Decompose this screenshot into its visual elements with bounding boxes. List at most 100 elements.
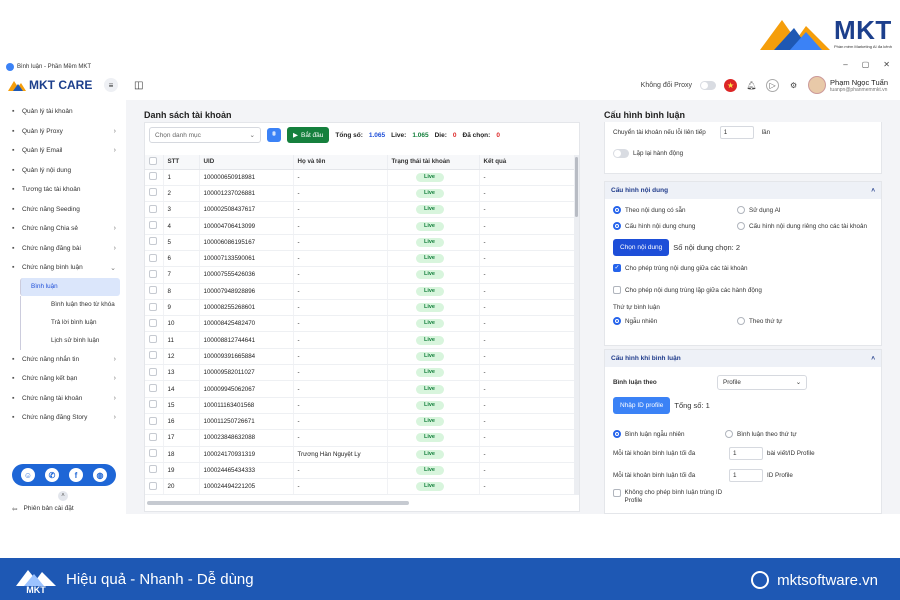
row-checkbox-cell[interactable] — [145, 169, 164, 186]
row-checkbox-cell[interactable] — [145, 250, 164, 268]
panel-toggle-icon[interactable]: ◫ — [134, 80, 143, 91]
row-checkbox[interactable] — [149, 172, 157, 181]
sidebar-item[interactable]: ▪ Quản lý tài khoản — [0, 102, 126, 122]
col-result[interactable]: Kết quả — [479, 155, 575, 170]
sidebar-subitem[interactable]: Lịch sử bình luận — [20, 331, 126, 350]
close-button[interactable]: ✕ — [883, 60, 890, 69]
col-stt[interactable]: STT — [163, 155, 200, 170]
sidebar-item[interactable]: ▪ Chức năng nhắn tin › — [0, 350, 126, 370]
content-config-header[interactable]: Cấu hình nội dung ˄ — [605, 182, 881, 199]
sidebar-item[interactable]: ▪ Chức năng đăng bài › — [0, 239, 126, 259]
row-checkbox-cell[interactable] — [145, 364, 164, 382]
row-checkbox[interactable] — [149, 335, 157, 344]
play-icon[interactable]: ▷ — [766, 78, 780, 92]
table-row[interactable]: 2 100001237026881- Live - — [145, 185, 575, 203]
maximize-button[interactable]: ▢ — [862, 60, 870, 69]
table-row[interactable]: 8 100007948928896- Live - — [145, 283, 575, 300]
table-row[interactable]: 4 100004706413099- Live - — [145, 217, 575, 235]
sidebar-item[interactable]: ▪ Chức năng Chia sẻ › — [0, 219, 126, 239]
row-checkbox[interactable] — [149, 367, 157, 376]
no-dup-profile-checkbox[interactable] — [613, 489, 621, 497]
row-checkbox-cell[interactable] — [145, 429, 164, 447]
table-row[interactable]: 13 100009582011027- Live - — [145, 364, 575, 382]
row-checkbox[interactable] — [149, 269, 157, 278]
table-row[interactable]: 17 100023848632088- Live - — [145, 429, 575, 447]
user-profile[interactable]: Phạm Ngọc Tuấn tuanpn@phanmemmkt.vn — [808, 76, 888, 94]
row-checkbox-cell[interactable] — [145, 283, 164, 300]
website-icon[interactable]: ◍ — [93, 468, 107, 482]
row-checkbox-cell[interactable] — [145, 462, 164, 480]
row-checkbox[interactable] — [149, 351, 157, 360]
select-all-checkbox[interactable] — [149, 156, 157, 165]
row-checkbox-cell[interactable] — [145, 315, 164, 333]
row-checkbox-cell[interactable] — [145, 266, 164, 284]
table-row[interactable]: 11 100008812744641- Live - — [145, 331, 575, 349]
sidebar-subitem[interactable]: Bình luận — [20, 277, 120, 296]
table-row[interactable]: 18 100024170931319 Trương Hàn Nguyệt Ly Liv… — [145, 446, 575, 463]
table-row[interactable]: 6 100007133590061- Live - — [145, 250, 575, 268]
choose-content-button[interactable]: Chọn nội dung — [613, 239, 670, 256]
sidebar-item[interactable]: ▪ Chức năng Seeding — [0, 200, 126, 220]
collapse-icon[interactable]: ˄ — [58, 491, 68, 501]
version-info[interactable]: ⇦ Phiên bản cài đặt — [12, 505, 74, 513]
table-row[interactable]: 3 100002508437617- Live - — [145, 201, 575, 219]
row-checkbox-cell[interactable] — [145, 201, 164, 219]
table-row[interactable]: 12 100009391665884- Live - — [145, 348, 575, 366]
sidebar-item[interactable]: ▪ Quản lý nội dung — [0, 161, 126, 181]
messenger-icon[interactable]: ✆ — [45, 468, 59, 482]
row-checkbox-cell[interactable] — [145, 413, 164, 431]
sidebar-subitem[interactable]: Bình luận theo từ khóa — [20, 295, 126, 314]
table-row[interactable]: 7 100007555426036- Live - — [145, 266, 575, 284]
row-checkbox-cell[interactable] — [145, 348, 164, 366]
row-checkbox[interactable] — [149, 253, 157, 262]
radio-separate-content[interactable] — [737, 222, 745, 230]
row-checkbox[interactable] — [149, 416, 157, 425]
row-checkbox[interactable] — [149, 221, 157, 230]
row-checkbox-cell[interactable] — [145, 397, 164, 414]
row-checkbox[interactable] — [149, 465, 157, 474]
row-checkbox-cell[interactable] — [145, 217, 164, 235]
sidebar-item[interactable]: ▪ Tương tác tài khoản — [0, 180, 126, 200]
radio-order-sequential[interactable] — [737, 317, 745, 325]
row-checkbox-cell[interactable] — [145, 185, 164, 203]
row-checkbox-cell[interactable] — [145, 299, 164, 317]
sidebar-item[interactable]: ▪ Quản lý Proxy › — [0, 122, 126, 142]
radio-sequential-comment[interactable] — [725, 430, 733, 438]
table-row[interactable]: 5 100006086195167- Live - — [145, 234, 575, 251]
sidebar-item[interactable]: ▪ Chức năng kết bạn › — [0, 369, 126, 389]
radio-shared-content[interactable] — [613, 222, 621, 230]
radio-order-random[interactable] — [613, 317, 621, 325]
table-row[interactable]: 16 100011250726671- Live - — [145, 413, 575, 431]
start-button[interactable]: ▶ Bắt đầu — [287, 127, 330, 143]
table-row[interactable]: 19 100024465434333- Live - — [145, 462, 575, 480]
row-checkbox[interactable] — [149, 432, 157, 441]
row-checkbox-cell[interactable] — [145, 234, 164, 251]
repeat-toggle[interactable] — [613, 149, 629, 158]
row-checkbox[interactable] — [149, 400, 157, 409]
gear-icon[interactable]: ⚙ — [787, 79, 800, 92]
category-select[interactable]: Chọn danh mục ⌄ — [149, 127, 261, 143]
vietnam-flag-icon[interactable]: ★ — [724, 78, 738, 92]
table-row[interactable]: 10 100008425482470- Live - — [145, 315, 575, 333]
bell-icon[interactable]: 🔔︎ — [745, 79, 758, 92]
comment-config-header[interactable]: Cấu hình khi bình luận ˄ — [605, 350, 881, 367]
col-uid[interactable]: UID — [199, 155, 294, 170]
table-row[interactable]: 15 100011163401568- Live - — [145, 397, 575, 414]
max-per-profile-input[interactable]: 1 — [729, 469, 763, 482]
sidebar-item[interactable]: ▪ Chức năng bình luận ⌄ — [0, 258, 126, 278]
row-checkbox[interactable] — [149, 481, 157, 490]
row-checkbox[interactable] — [149, 237, 157, 246]
filter-icon[interactable]: ⩩ — [267, 128, 281, 142]
row-checkbox[interactable] — [149, 449, 157, 458]
table-row[interactable]: 20 100024494221205- Live - — [145, 478, 575, 496]
max-per-post-input[interactable]: 1 — [729, 447, 763, 460]
support-icon[interactable]: ☺ — [21, 468, 35, 482]
sidebar-item[interactable]: ▪ Chức năng đăng Story › — [0, 408, 126, 428]
hamburger-menu-icon[interactable]: ≡ — [104, 78, 118, 92]
row-checkbox[interactable] — [149, 384, 157, 392]
sidebar-item[interactable]: ▪ Quản lý Email › — [0, 141, 126, 161]
minimize-button[interactable]: – — [843, 60, 847, 69]
row-checkbox-cell[interactable] — [145, 478, 164, 496]
row-checkbox[interactable] — [149, 302, 157, 311]
comment-by-select[interactable]: Profile ⌄ — [717, 375, 807, 390]
